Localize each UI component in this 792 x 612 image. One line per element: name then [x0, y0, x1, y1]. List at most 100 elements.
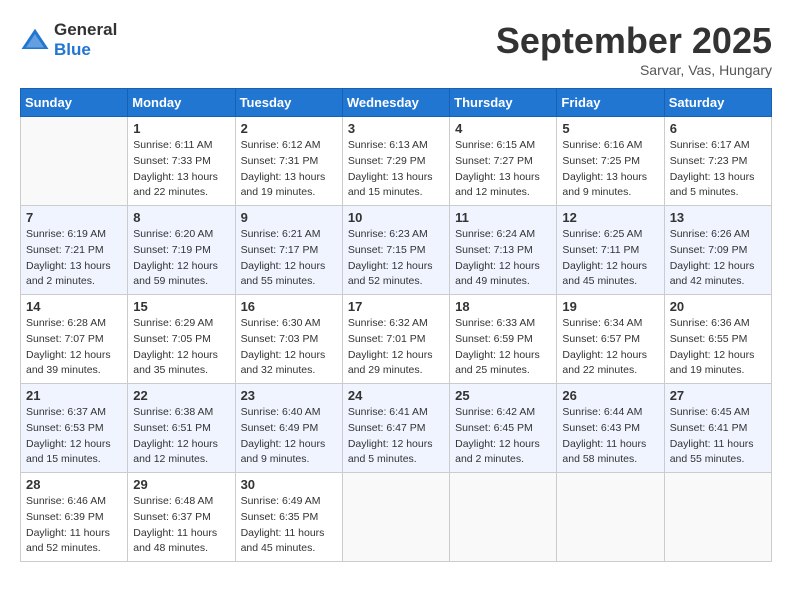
calendar-cell: 30 Sunrise: 6:49 AM Sunset: 6:35 PM Dayli…	[235, 473, 342, 562]
calendar-cell: 10 Sunrise: 6:23 AM Sunset: 7:15 PM Dayli…	[342, 206, 449, 295]
day-number: 20	[670, 299, 766, 314]
calendar-cell: 7 Sunrise: 6:19 AM Sunset: 7:21 PM Daylig…	[21, 206, 128, 295]
day-number: 12	[562, 210, 658, 225]
calendar-cell: 5 Sunrise: 6:16 AM Sunset: 7:25 PM Daylig…	[557, 117, 664, 206]
day-number: 24	[348, 388, 444, 403]
calendar-cell: 22 Sunrise: 6:38 AM Sunset: 6:51 PM Dayli…	[128, 384, 235, 473]
calendar-cell: 2 Sunrise: 6:12 AM Sunset: 7:31 PM Daylig…	[235, 117, 342, 206]
day-number: 19	[562, 299, 658, 314]
day-number: 22	[133, 388, 229, 403]
calendar-cell: 14 Sunrise: 6:28 AM Sunset: 7:07 PM Dayli…	[21, 295, 128, 384]
weekday-header: Saturday	[664, 89, 771, 117]
weekday-header: Monday	[128, 89, 235, 117]
day-number: 2	[241, 121, 337, 136]
day-info: Sunrise: 6:32 AM Sunset: 7:01 PM Dayligh…	[348, 316, 444, 379]
calendar-cell: 20Sunrise: 6:36 AM Sunset: 6:55 PM Dayli…	[664, 295, 771, 384]
calendar-cell	[557, 473, 664, 562]
day-number: 8	[133, 210, 229, 225]
day-number: 16	[241, 299, 337, 314]
day-number: 6	[670, 121, 766, 136]
day-number: 9	[241, 210, 337, 225]
weekday-header: Friday	[557, 89, 664, 117]
day-number: 7	[26, 210, 122, 225]
day-info: Sunrise: 6:49 AM Sunset: 6:35 PM Dayligh…	[241, 494, 337, 557]
calendar-cell: 16 Sunrise: 6:30 AM Sunset: 7:03 PM Dayli…	[235, 295, 342, 384]
calendar-cell	[342, 473, 449, 562]
calendar-cell: 24Sunrise: 6:41 AM Sunset: 6:47 PM Dayli…	[342, 384, 449, 473]
day-number: 25	[455, 388, 551, 403]
calendar-cell: 25Sunrise: 6:42 AM Sunset: 6:45 PM Dayli…	[450, 384, 557, 473]
day-info: Sunrise: 6:25 AM Sunset: 7:11 PM Dayligh…	[562, 227, 658, 290]
day-info: Sunrise: 6:38 AM Sunset: 6:51 PM Dayligh…	[133, 405, 229, 468]
calendar-cell	[664, 473, 771, 562]
day-number: 10	[348, 210, 444, 225]
day-info: Sunrise: 6:30 AM Sunset: 7:03 PM Dayligh…	[241, 316, 337, 379]
calendar-cell	[450, 473, 557, 562]
calendar-cell: 28Sunrise: 6:46 AM Sunset: 6:39 PM Dayli…	[21, 473, 128, 562]
day-number: 26	[562, 388, 658, 403]
day-info: Sunrise: 6:48 AM Sunset: 6:37 PM Dayligh…	[133, 494, 229, 557]
calendar-cell: 8 Sunrise: 6:20 AM Sunset: 7:19 PM Daylig…	[128, 206, 235, 295]
weekday-header: Sunday	[21, 89, 128, 117]
day-number: 23	[241, 388, 337, 403]
weekday-header: Wednesday	[342, 89, 449, 117]
day-number: 27	[670, 388, 766, 403]
calendar-cell: 15 Sunrise: 6:29 AM Sunset: 7:05 PM Dayli…	[128, 295, 235, 384]
day-info: Sunrise: 6:23 AM Sunset: 7:15 PM Dayligh…	[348, 227, 444, 290]
calendar-week-row: 28Sunrise: 6:46 AM Sunset: 6:39 PM Dayli…	[21, 473, 772, 562]
calendar-cell: 6 Sunrise: 6:17 AM Sunset: 7:23 PM Daylig…	[664, 117, 771, 206]
day-info: Sunrise: 6:17 AM Sunset: 7:23 PM Dayligh…	[670, 138, 766, 201]
day-info: Sunrise: 6:26 AM Sunset: 7:09 PM Dayligh…	[670, 227, 766, 290]
calendar: SundayMondayTuesdayWednesdayThursdayFrid…	[20, 88, 772, 562]
calendar-week-row: 7 Sunrise: 6:19 AM Sunset: 7:21 PM Daylig…	[21, 206, 772, 295]
day-number: 29	[133, 477, 229, 492]
calendar-cell: 26 Sunrise: 6:44 AM Sunset: 6:43 PM Dayli…	[557, 384, 664, 473]
page-header: General Blue September 2025 Sarvar, Vas,…	[20, 20, 772, 78]
day-number: 5	[562, 121, 658, 136]
logo-blue: Blue	[54, 40, 117, 60]
day-number: 13	[670, 210, 766, 225]
calendar-cell	[21, 117, 128, 206]
calendar-header-row: SundayMondayTuesdayWednesdayThursdayFrid…	[21, 89, 772, 117]
day-number: 30	[241, 477, 337, 492]
month-title: September 2025	[496, 20, 772, 62]
day-info: Sunrise: 6:15 AM Sunset: 7:27 PM Dayligh…	[455, 138, 551, 201]
day-number: 11	[455, 210, 551, 225]
calendar-cell: 11 Sunrise: 6:24 AM Sunset: 7:13 PM Dayli…	[450, 206, 557, 295]
calendar-cell: 29 Sunrise: 6:48 AM Sunset: 6:37 PM Dayli…	[128, 473, 235, 562]
day-info: Sunrise: 6:44 AM Sunset: 6:43 PM Dayligh…	[562, 405, 658, 468]
calendar-cell: 27 Sunrise: 6:45 AM Sunset: 6:41 PM Dayli…	[664, 384, 771, 473]
day-number: 17	[348, 299, 444, 314]
day-info: Sunrise: 6:13 AM Sunset: 7:29 PM Dayligh…	[348, 138, 444, 201]
day-number: 3	[348, 121, 444, 136]
day-info: Sunrise: 6:33 AM Sunset: 6:59 PM Dayligh…	[455, 316, 551, 379]
day-number: 15	[133, 299, 229, 314]
calendar-cell: 17 Sunrise: 6:32 AM Sunset: 7:01 PM Dayli…	[342, 295, 449, 384]
day-info: Sunrise: 6:24 AM Sunset: 7:13 PM Dayligh…	[455, 227, 551, 290]
location: Sarvar, Vas, Hungary	[496, 62, 772, 78]
calendar-cell: 23Sunrise: 6:40 AM Sunset: 6:49 PM Dayli…	[235, 384, 342, 473]
title-block: September 2025 Sarvar, Vas, Hungary	[496, 20, 772, 78]
day-info: Sunrise: 6:37 AM Sunset: 6:53 PM Dayligh…	[26, 405, 122, 468]
day-number: 28	[26, 477, 122, 492]
calendar-week-row: 14 Sunrise: 6:28 AM Sunset: 7:07 PM Dayli…	[21, 295, 772, 384]
day-number: 18	[455, 299, 551, 314]
calendar-cell: 1Sunrise: 6:11 AM Sunset: 7:33 PM Daylig…	[128, 117, 235, 206]
day-info: Sunrise: 6:45 AM Sunset: 6:41 PM Dayligh…	[670, 405, 766, 468]
calendar-cell: 12 Sunrise: 6:25 AM Sunset: 7:11 PM Dayli…	[557, 206, 664, 295]
calendar-cell: 3 Sunrise: 6:13 AM Sunset: 7:29 PM Daylig…	[342, 117, 449, 206]
calendar-cell: 4Sunrise: 6:15 AM Sunset: 7:27 PM Daylig…	[450, 117, 557, 206]
day-info: Sunrise: 6:20 AM Sunset: 7:19 PM Dayligh…	[133, 227, 229, 290]
day-info: Sunrise: 6:16 AM Sunset: 7:25 PM Dayligh…	[562, 138, 658, 201]
calendar-cell: 18 Sunrise: 6:33 AM Sunset: 6:59 PM Dayli…	[450, 295, 557, 384]
day-info: Sunrise: 6:28 AM Sunset: 7:07 PM Dayligh…	[26, 316, 122, 379]
day-info: Sunrise: 6:19 AM Sunset: 7:21 PM Dayligh…	[26, 227, 122, 290]
day-info: Sunrise: 6:11 AM Sunset: 7:33 PM Dayligh…	[133, 138, 229, 201]
day-info: Sunrise: 6:12 AM Sunset: 7:31 PM Dayligh…	[241, 138, 337, 201]
day-info: Sunrise: 6:29 AM Sunset: 7:05 PM Dayligh…	[133, 316, 229, 379]
calendar-cell: 19Sunrise: 6:34 AM Sunset: 6:57 PM Dayli…	[557, 295, 664, 384]
calendar-cell: 13 Sunrise: 6:26 AM Sunset: 7:09 PM Dayli…	[664, 206, 771, 295]
day-number: 14	[26, 299, 122, 314]
logo: General Blue	[20, 20, 117, 61]
day-number: 21	[26, 388, 122, 403]
